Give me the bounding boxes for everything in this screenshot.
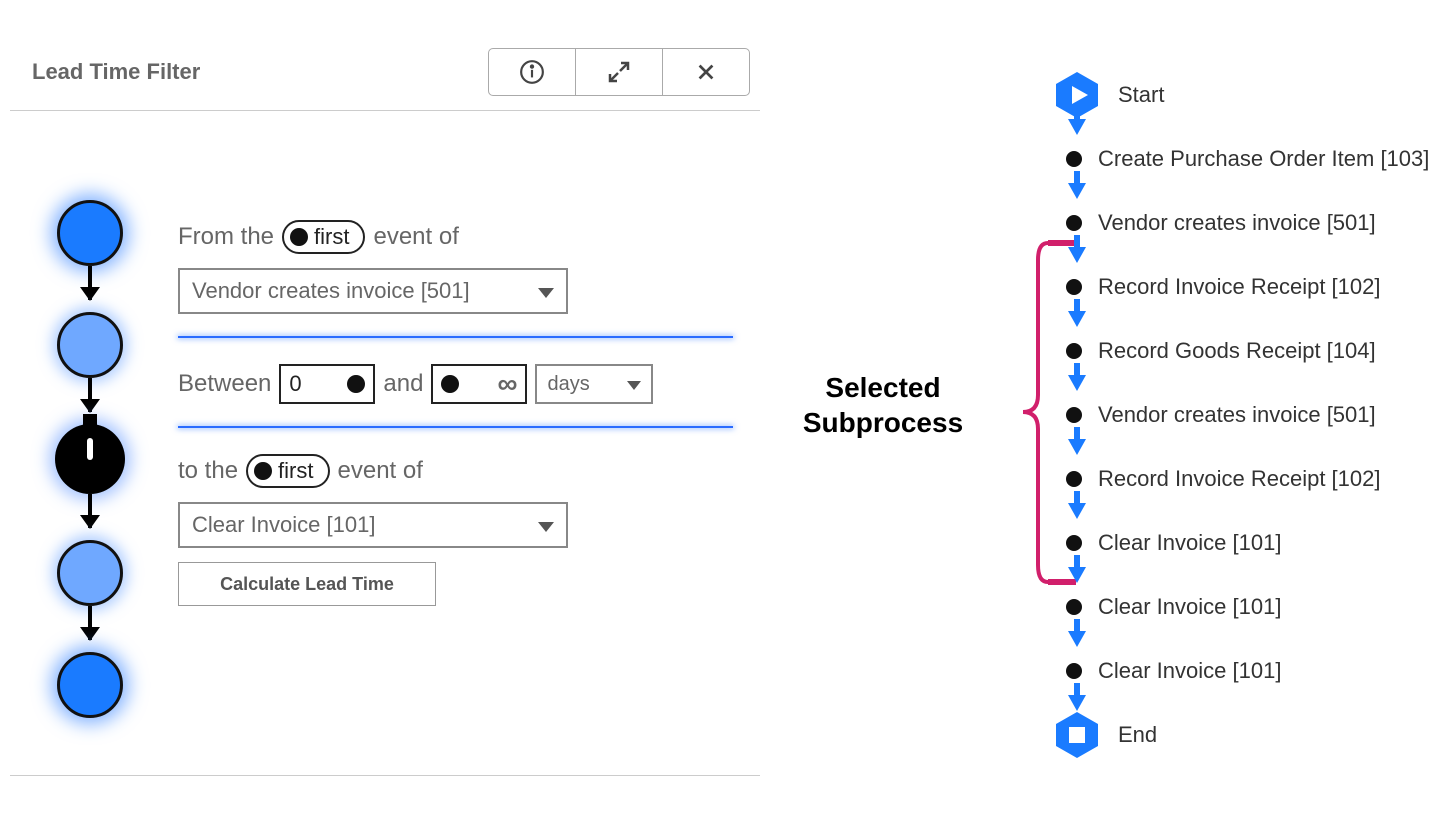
from-row: From the first event of [178, 220, 733, 254]
flow-start: Start [1060, 75, 1429, 115]
diagram-arrow [88, 378, 92, 412]
node-from [57, 312, 123, 378]
flow-arrow-icon [1068, 503, 1086, 519]
panel-header: Lead Time Filter [10, 40, 760, 111]
flow-step: Clear Invoice [101] [1060, 587, 1429, 627]
close-button[interactable] [662, 48, 750, 96]
from-suffix: event of [373, 223, 458, 251]
stopwatch-icon [55, 424, 125, 494]
unit-select[interactable]: days [535, 364, 653, 404]
panel-title: Lead Time Filter [32, 59, 200, 85]
flow-step-label: Vendor creates invoice [501] [1098, 210, 1376, 236]
flow-step: Clear Invoice [101] [1060, 523, 1429, 563]
flow-dot-icon [1066, 535, 1082, 551]
flow-step-label: Record Goods Receipt [104] [1098, 338, 1376, 364]
max-value: ∞ [497, 368, 517, 400]
flow-step-label: Record Invoice Receipt [102] [1098, 466, 1381, 492]
panel-button-group [489, 48, 750, 96]
flow-step: Create Purchase Order Item [103] [1060, 139, 1429, 179]
from-event-value: Vendor creates invoice [501] [192, 278, 470, 304]
and-label: and [383, 370, 423, 398]
annotation-line2: Subprocess [773, 405, 993, 440]
flow-start-label: Start [1118, 82, 1164, 108]
sel subprocess-annotation: Selected Subprocess [773, 370, 993, 440]
to-toggle-label: first [278, 458, 313, 484]
flow-step-label: Record Invoice Receipt [102] [1098, 274, 1381, 300]
filter-diagram [50, 200, 130, 720]
flow-arrow-icon [1068, 567, 1086, 583]
to-event-value: Clear Invoice [101] [192, 512, 375, 538]
flow-step: Record Invoice Receipt [102] [1060, 459, 1429, 499]
flow-dot-icon [1066, 599, 1082, 615]
flow-dot-icon [1066, 279, 1082, 295]
min-value: 0 [289, 371, 301, 397]
to-row: to the first event of [178, 454, 733, 488]
from-first-last-toggle[interactable]: first [282, 220, 365, 254]
flow-dot-icon [1066, 471, 1082, 487]
diagram-arrow [88, 606, 92, 640]
flow-step-label: Create Purchase Order Item [103] [1098, 146, 1429, 172]
toggle-dot-icon [254, 462, 272, 480]
to-event-select[interactable]: Clear Invoice [101] [178, 502, 568, 548]
input-dot-icon [441, 375, 459, 393]
flow-arrow-icon [1068, 247, 1086, 263]
divider [178, 336, 733, 338]
to-prefix: to the [178, 457, 238, 485]
flow-step: Vendor creates invoice [501] [1060, 395, 1429, 435]
min-value-input[interactable]: 0 [279, 364, 375, 404]
flow-arrow-icon [1068, 311, 1086, 327]
input-dot-icon [347, 375, 365, 393]
flow-arrow-icon [1068, 695, 1086, 711]
unit-value: days [547, 373, 589, 396]
calculate-label: Calculate Lead Time [220, 574, 394, 595]
flow-step: Clear Invoice [101] [1060, 651, 1429, 691]
info-button[interactable] [488, 48, 576, 96]
flow-dot-icon [1066, 663, 1082, 679]
toggle-dot-icon [290, 228, 308, 246]
flow-step-label: Clear Invoice [101] [1098, 530, 1281, 556]
expand-button[interactable] [575, 48, 663, 96]
flow-step-label: Vendor creates invoice [501] [1098, 402, 1376, 428]
flow-arrow-icon [1068, 183, 1086, 199]
node-start [57, 200, 123, 266]
process-flow: Start Create Purchase Order Item [103] Ve… [1060, 75, 1429, 755]
from-toggle-label: first [314, 224, 349, 250]
flow-arrow-icon [1068, 119, 1086, 135]
end-icon [1052, 710, 1102, 760]
lead-time-filter-panel: Lead Time Filter [10, 40, 760, 111]
to-first-last-toggle[interactable]: first [246, 454, 329, 488]
flow-step: Record Invoice Receipt [102] [1060, 267, 1429, 307]
flow-arrow-icon [1068, 375, 1086, 391]
flow-step-label: Clear Invoice [101] [1098, 594, 1281, 620]
calculate-button[interactable]: Calculate Lead Time [178, 562, 436, 606]
flow-dot-icon [1066, 215, 1082, 231]
flow-arrow-icon [1068, 439, 1086, 455]
flow-step-label: Clear Invoice [101] [1098, 658, 1281, 684]
from-event-select[interactable]: Vendor creates invoice [501] [178, 268, 568, 314]
max-value-input[interactable]: ∞ [431, 364, 527, 404]
divider [178, 426, 733, 428]
flow-dot-icon [1066, 407, 1082, 423]
panel-footer-divider [10, 775, 760, 776]
flow-step: Record Goods Receipt [104] [1060, 331, 1429, 371]
flow-step: Vendor creates invoice [501] [1060, 203, 1429, 243]
node-end [57, 652, 123, 718]
to-suffix: event of [338, 457, 423, 485]
between-row: Between 0 and ∞ days [178, 364, 733, 404]
flow-end-label: End [1118, 722, 1157, 748]
from-prefix: From the [178, 223, 274, 251]
between-label: Between [178, 370, 271, 398]
flow-arrow-icon [1068, 631, 1086, 647]
annotation-line1: Selected [773, 370, 993, 405]
flow-dot-icon [1066, 343, 1082, 359]
flow-dot-icon [1066, 151, 1082, 167]
filter-form: From the first event of Vendor creates i… [178, 220, 733, 620]
diagram-arrow [88, 494, 92, 528]
node-to [57, 540, 123, 606]
diagram-arrow [88, 266, 92, 300]
flow-end: End [1060, 715, 1429, 755]
